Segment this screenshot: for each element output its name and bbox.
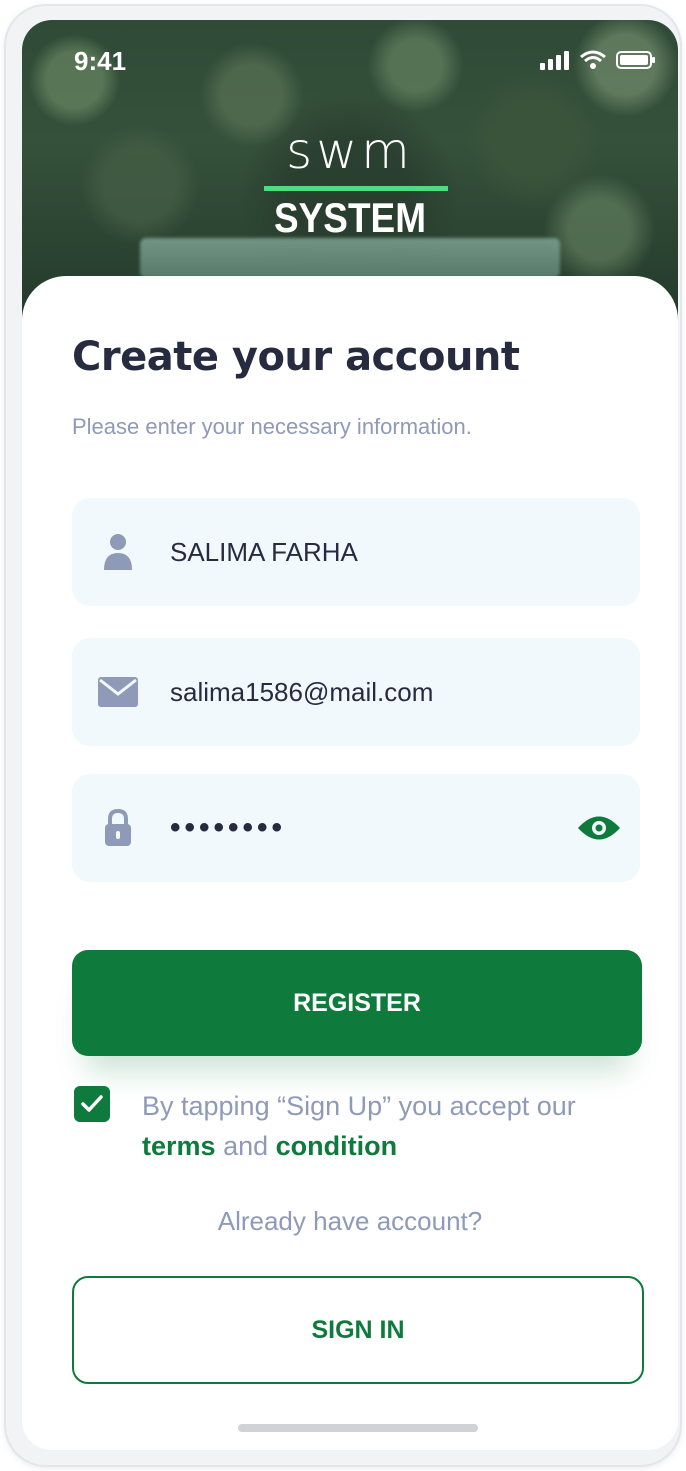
screen: 9:41 swm SYSTEM Create your account Plea… (22, 20, 678, 1450)
wifi-icon (580, 50, 606, 69)
terms-text: By tapping “Sign Up” you accept our term… (142, 1086, 622, 1166)
already-have-account-text: Already have account? (217, 1206, 483, 1236)
check-icon (81, 1095, 103, 1112)
terms-intro: By tapping “Sign Up” you accept our (142, 1091, 576, 1121)
signal-icon (540, 51, 569, 70)
register-button[interactable]: REGISTER (72, 950, 642, 1056)
device-frame: 9:41 swm SYSTEM Create your account Plea… (6, 6, 680, 1465)
password-field[interactable]: •••••••• (72, 774, 640, 882)
terms-and: and (223, 1131, 269, 1161)
email-value[interactable]: salima1586@mail.com (170, 638, 433, 746)
terms-checkbox[interactable] (74, 1086, 110, 1122)
page-subtitle: Please enter your necessary information. (72, 414, 472, 439)
name-value[interactable]: SALIMA FARHA (170, 498, 358, 606)
terms-link[interactable]: terms (142, 1131, 216, 1161)
lock-icon (98, 808, 138, 848)
logo-wordmark: swm (286, 122, 414, 180)
mail-icon (98, 672, 138, 712)
page-title: Create your account (72, 334, 520, 380)
sign-in-button[interactable]: SIGN IN (72, 1276, 644, 1384)
user-icon (98, 532, 138, 572)
logo-subtitle: SYSTEM (274, 194, 426, 241)
name-field[interactable]: SALIMA FARHA (72, 498, 640, 606)
hero-photo-detail (140, 238, 560, 278)
status-icons (540, 50, 656, 70)
hero-background: 9:41 swm SYSTEM (22, 20, 678, 320)
status-time: 9:41 (74, 46, 127, 76)
password-value[interactable]: •••••••• (170, 774, 286, 882)
battery-icon (616, 51, 655, 69)
home-indicator[interactable] (238, 1424, 478, 1432)
condition-link[interactable]: condition (276, 1131, 397, 1161)
email-field[interactable]: salima1586@mail.com (72, 638, 640, 746)
logo-underline (264, 186, 448, 191)
eye-icon[interactable] (576, 808, 622, 848)
